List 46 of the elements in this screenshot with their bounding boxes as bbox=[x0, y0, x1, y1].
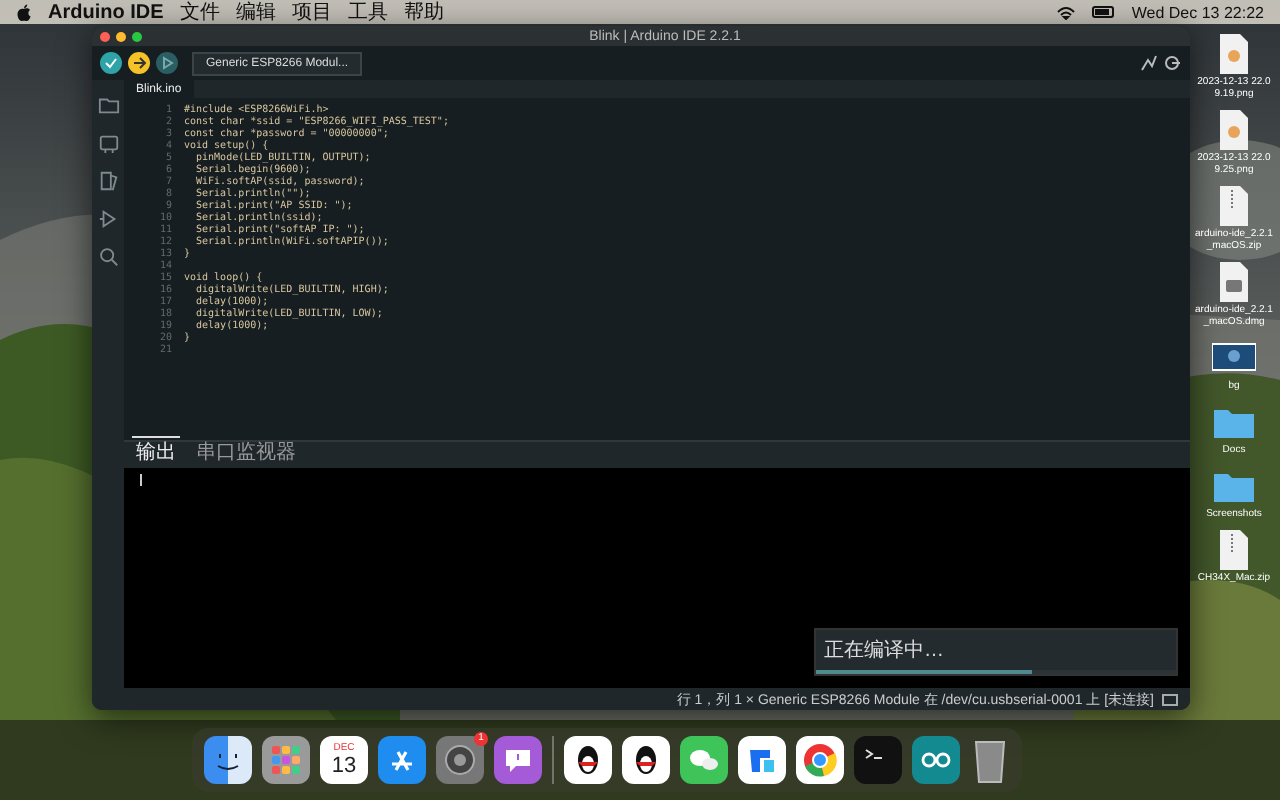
debug-icon[interactable] bbox=[95, 206, 121, 232]
minimize-button[interactable] bbox=[116, 31, 126, 41]
penguin-icon[interactable] bbox=[564, 736, 612, 784]
battery-icon[interactable] bbox=[1091, 6, 1116, 18]
feedback-icon[interactable] bbox=[494, 736, 542, 784]
menu-item[interactable]: 帮助 bbox=[403, 0, 444, 26]
notification-text: 正在编译中… bbox=[822, 637, 946, 666]
zip-file-icon bbox=[1220, 530, 1248, 570]
plotter-icon[interactable] bbox=[1140, 54, 1158, 72]
library-icon[interactable] bbox=[95, 168, 121, 194]
close-button[interactable] bbox=[100, 31, 110, 41]
wifi-icon[interactable] bbox=[1055, 5, 1076, 19]
upload-button[interactable] bbox=[128, 52, 150, 74]
trash-icon[interactable] bbox=[970, 736, 1010, 784]
arduino-icon[interactable] bbox=[912, 736, 960, 784]
verify-button[interactable] bbox=[100, 52, 122, 74]
photo-thumbnail-icon bbox=[1212, 343, 1256, 371]
image-file-icon bbox=[1220, 34, 1248, 74]
browser-icon[interactable] bbox=[796, 736, 844, 784]
image-file-icon bbox=[1220, 110, 1248, 150]
apple-icon[interactable] bbox=[16, 3, 32, 21]
folder-icon bbox=[1214, 410, 1254, 438]
app-store-icon[interactable] bbox=[378, 736, 426, 784]
search-icon[interactable] bbox=[95, 244, 121, 270]
terminal-icon[interactable] bbox=[854, 736, 902, 784]
folder-icon bbox=[1214, 474, 1254, 502]
zip-file-icon bbox=[1220, 186, 1248, 226]
menu-item[interactable]: 编辑 bbox=[235, 0, 276, 26]
boards-icon[interactable] bbox=[95, 130, 121, 156]
text-cursor bbox=[140, 474, 142, 486]
menu-clock[interactable]: Wed Dec 13 22:22 bbox=[1131, 3, 1264, 21]
menu-item[interactable]: 项目 bbox=[291, 0, 332, 26]
docs-app-icon[interactable] bbox=[738, 736, 786, 784]
disk-image-icon bbox=[1220, 262, 1248, 302]
serial-monitor-icon[interactable] bbox=[1164, 54, 1182, 72]
debug-button[interactable] bbox=[156, 52, 178, 74]
app-menu[interactable]: Arduino IDE bbox=[48, 1, 164, 23]
menu-item[interactable]: 文件 bbox=[179, 0, 220, 26]
finder-icon[interactable] bbox=[204, 736, 252, 784]
chat-bubbles-icon[interactable] bbox=[680, 736, 728, 784]
zoom-button[interactable] bbox=[132, 31, 142, 41]
launchpad-icon[interactable] bbox=[262, 736, 310, 784]
panel-toggle-icon[interactable] bbox=[1162, 693, 1178, 705]
panel-tab[interactable]: 串口监视器 bbox=[192, 436, 300, 468]
menu-item[interactable]: 工具 bbox=[347, 0, 388, 26]
penguin-icon[interactable] bbox=[622, 736, 670, 784]
